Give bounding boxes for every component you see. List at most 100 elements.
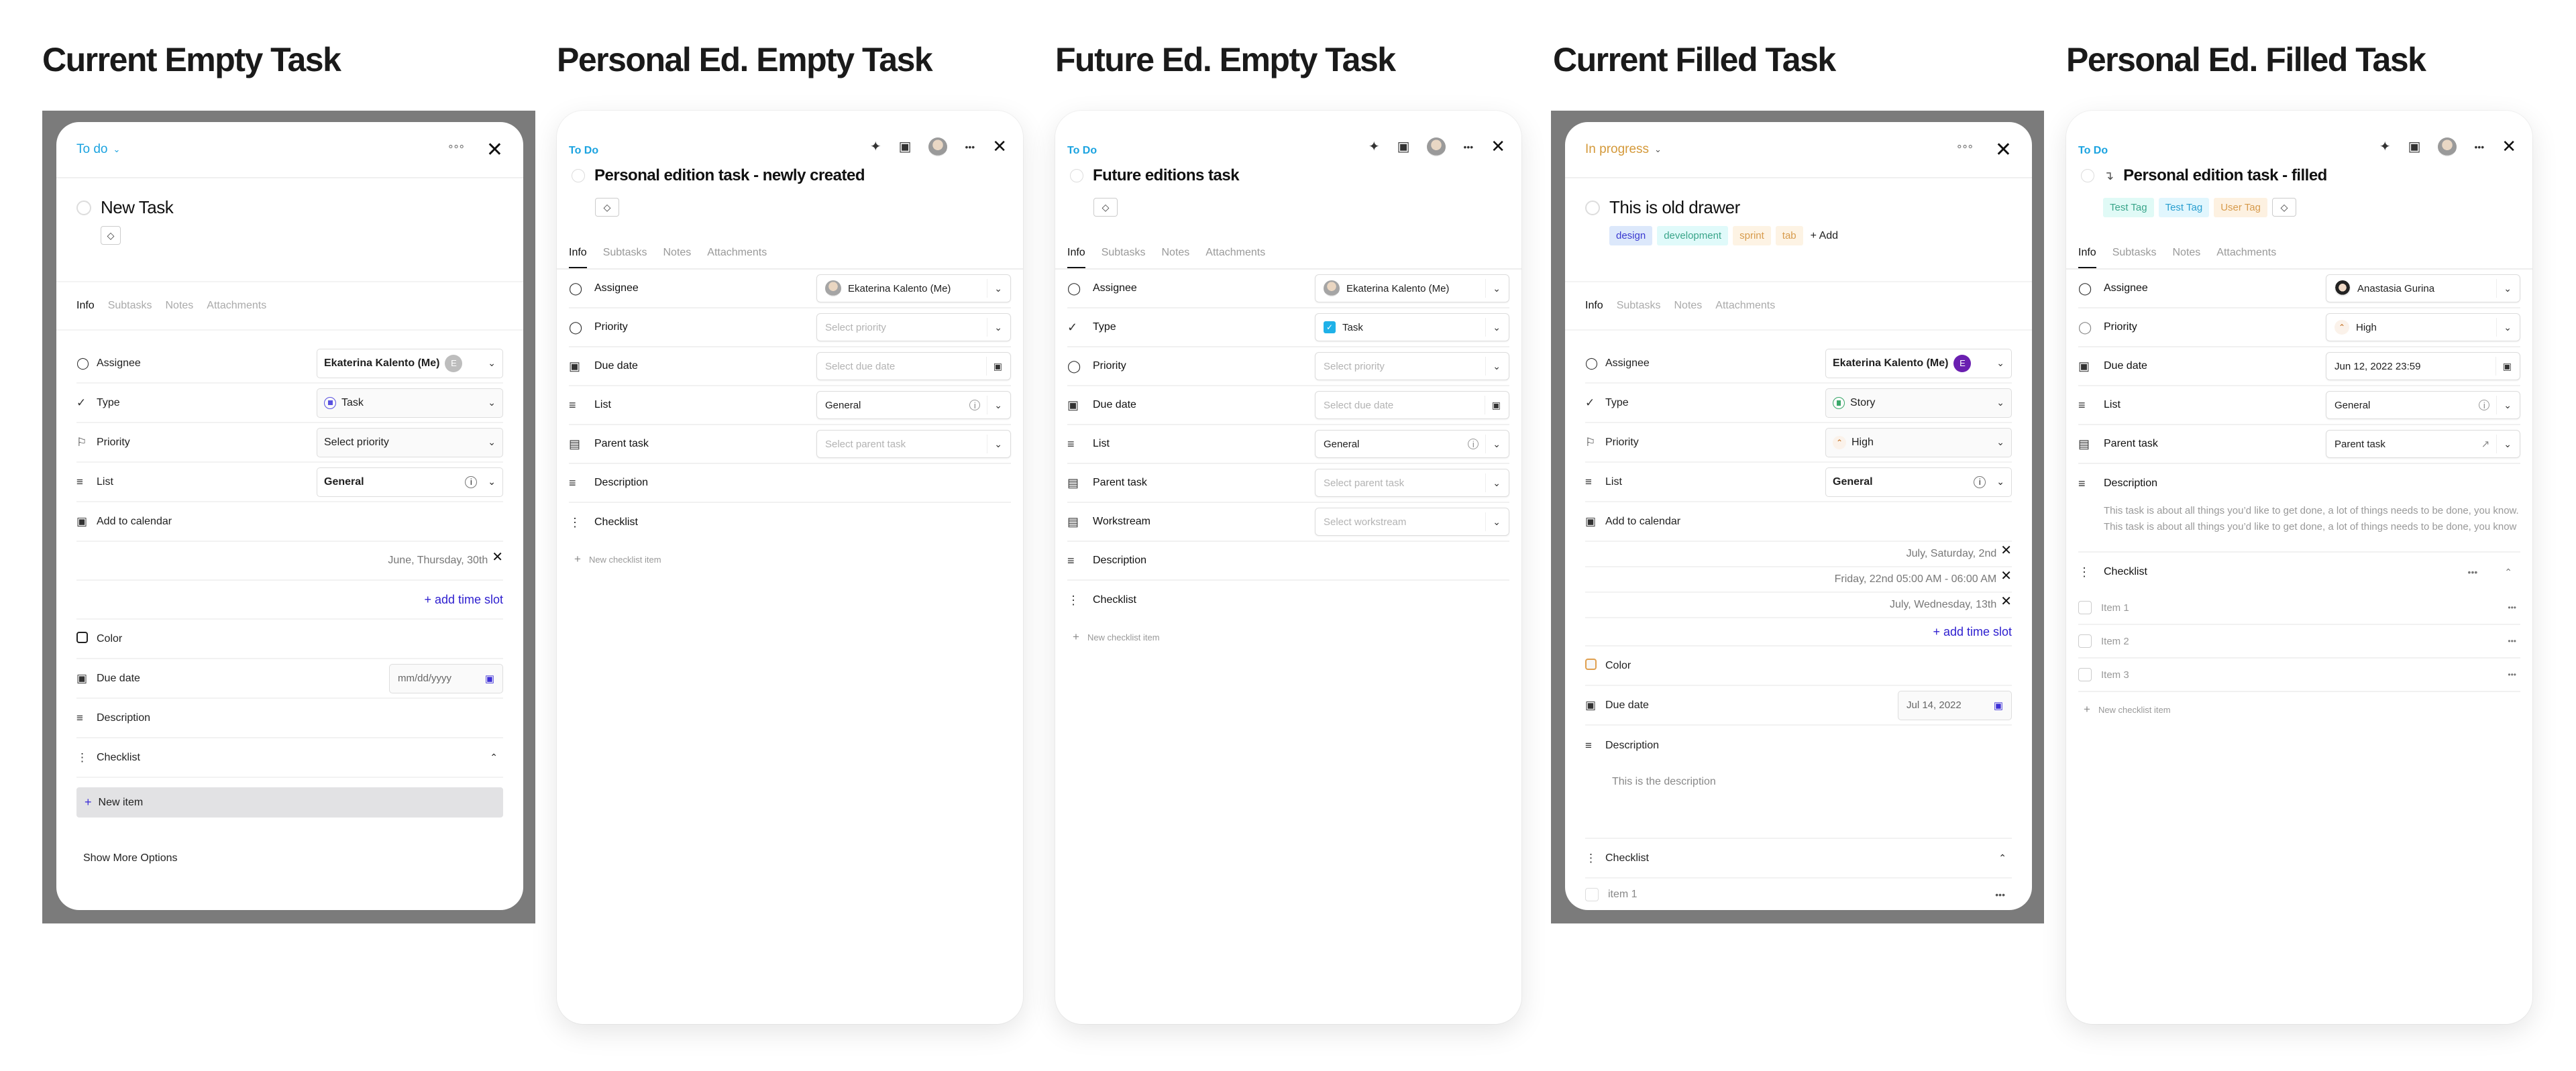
tab-attachments[interactable]: Attachments — [1205, 247, 1265, 268]
more-options-icon[interactable]: °°° — [448, 143, 465, 157]
item-more-icon[interactable]: ••• — [1995, 889, 2005, 900]
description-row[interactable]: ≡ Description — [1067, 542, 1509, 581]
tag-chip[interactable]: Test Tag — [2103, 197, 2154, 217]
tab-notes[interactable]: Notes — [1674, 300, 1703, 312]
description-row[interactable]: ≡ Description — [2078, 464, 2520, 503]
add-to-calendar-row[interactable]: ▣ Add to calendar — [1585, 502, 2012, 542]
calendar-picker-icon[interactable]: ▣ — [1492, 400, 1501, 411]
info-icon[interactable]: i — [969, 400, 981, 410]
close-icon[interactable]: ✕ — [1995, 138, 2012, 162]
remove-date-icon[interactable]: ✕ — [2000, 567, 2012, 584]
new-checklist-item-button[interactable]: + New checklist item — [1067, 620, 1509, 644]
checklist-item-text[interactable]: Item 1 — [2101, 602, 2498, 614]
description-text[interactable]: This task is about all things you’d like… — [2078, 503, 2520, 553]
tab-attachments[interactable]: Attachments — [207, 300, 266, 312]
chevron-up-icon[interactable]: ⌃ — [490, 752, 498, 763]
tab-notes[interactable]: Notes — [663, 247, 692, 268]
add-tag-button[interactable]: ◇ — [1093, 198, 1118, 217]
info-icon[interactable]: i — [465, 475, 478, 488]
info-icon[interactable]: i — [2479, 400, 2490, 410]
description-text[interactable]: This is the description — [1585, 765, 2012, 839]
more-options-icon[interactable]: ••• — [2474, 142, 2484, 152]
new-checklist-item-button[interactable]: + New item — [76, 787, 503, 818]
assignee-select[interactable]: Anastasia Gurina ⌄ — [2326, 274, 2520, 302]
checklist-checkbox[interactable] — [1585, 888, 1599, 901]
task-title[interactable]: Personal edition task - newly created — [594, 166, 865, 185]
assignee-select[interactable]: Ekaterina Kalento (Me) E ⌄ — [317, 348, 503, 378]
item-more-icon[interactable]: ••• — [2508, 636, 2516, 646]
tab-attachments[interactable]: Attachments — [2216, 247, 2276, 268]
tag-chip[interactable]: development — [1657, 226, 1729, 245]
tab-info[interactable]: Info — [569, 247, 587, 268]
tag-chip[interactable]: tab — [1775, 226, 1803, 245]
tag-chip[interactable]: sprint — [1733, 226, 1771, 245]
tab-notes[interactable]: Notes — [2173, 247, 2201, 268]
due-date-input[interactable]: Jun 12, 2022 23:59 ▣ — [2326, 352, 2520, 380]
parent-task-select[interactable]: Select parent task ⌄ — [816, 430, 1011, 458]
tab-subtasks[interactable]: Subtasks — [2112, 247, 2157, 268]
info-icon[interactable]: i — [1974, 475, 1986, 488]
checklist-item-text[interactable]: item 1 — [1608, 889, 1986, 901]
task-title[interactable]: Personal edition task - filled — [2123, 166, 2327, 185]
color-row[interactable]: Color — [1585, 646, 2012, 686]
workstream-select[interactable]: Select workstream ⌄ — [1315, 508, 1509, 536]
task-title[interactable]: New Task — [101, 197, 174, 218]
checklist-item-text[interactable]: Item 3 — [2101, 669, 2498, 681]
complete-task-radio[interactable] — [76, 200, 91, 215]
list-select[interactable]: General i ⌄ — [317, 467, 503, 497]
add-time-slot-link[interactable]: + add time slot — [76, 581, 503, 620]
due-date-input[interactable]: Select due date ▣ — [1315, 391, 1509, 419]
complete-task-radio[interactable] — [1070, 169, 1083, 182]
complete-task-radio[interactable] — [572, 169, 585, 182]
assignee-select[interactable]: Ekaterina Kalento (Me) E ⌄ — [1825, 348, 2012, 378]
calendar-picker-icon[interactable]: ▣ — [994, 361, 1002, 372]
new-checklist-item-button[interactable]: + New checklist item — [2078, 692, 2520, 716]
owner-avatar[interactable] — [928, 137, 948, 156]
list-select[interactable]: General i ⌄ — [816, 391, 1011, 419]
calendar-picker-icon[interactable]: ▣ — [485, 673, 494, 685]
list-select[interactable]: General i ⌄ — [1825, 467, 2012, 497]
owner-avatar[interactable] — [1427, 137, 1446, 156]
info-icon[interactable]: i — [1468, 439, 1479, 449]
tab-notes[interactable]: Notes — [166, 300, 194, 312]
description-row[interactable]: ≡ Description — [76, 699, 503, 738]
type-select[interactable]: ✓ Task ⌄ — [1315, 313, 1509, 341]
priority-select[interactable]: Select priority ⌄ — [317, 427, 503, 457]
close-icon[interactable]: ✕ — [992, 136, 1007, 157]
description-row[interactable]: ≡ Description — [1585, 726, 2012, 765]
priority-select[interactable]: Select priority ⌄ — [816, 313, 1011, 341]
status-label[interactable]: To Do — [569, 145, 598, 157]
due-date-input[interactable]: Select due date ▣ — [816, 352, 1011, 380]
item-more-icon[interactable]: ••• — [2508, 670, 2516, 679]
checklist-more-icon[interactable]: ••• — [2468, 567, 2478, 577]
add-tag-button[interactable]: ◇ — [2271, 198, 2296, 217]
tab-subtasks[interactable]: Subtasks — [108, 300, 152, 312]
tab-attachments[interactable]: Attachments — [1715, 300, 1775, 312]
list-select[interactable]: General i ⌄ — [2326, 391, 2520, 419]
calendar-clock-icon[interactable]: ▣ — [899, 138, 912, 155]
tab-subtasks[interactable]: Subtasks — [1617, 300, 1661, 312]
description-row[interactable]: ≡ Description — [569, 464, 1011, 503]
remove-date-icon[interactable]: ✕ — [2000, 593, 2012, 610]
parent-task-select[interactable]: Parent task ↗ ⌄ — [2326, 430, 2520, 458]
chevron-up-icon[interactable]: ⌃ — [2504, 567, 2512, 578]
type-select[interactable]: Task ⌄ — [317, 388, 503, 418]
calendar-clock-icon[interactable]: ▣ — [1397, 138, 1410, 155]
type-select[interactable]: Story ⌄ — [1825, 388, 2012, 418]
checklist-checkbox[interactable] — [2078, 668, 2092, 681]
tab-notes[interactable]: Notes — [1162, 247, 1190, 268]
show-more-options-button[interactable]: Show More Options — [83, 852, 503, 864]
status-dropdown[interactable]: In progress ⌄ — [1585, 142, 1662, 157]
pin-icon[interactable]: ✦ — [2379, 138, 2391, 155]
more-options-icon[interactable]: °°° — [1957, 143, 1974, 157]
color-row[interactable]: Color — [76, 620, 503, 659]
tab-info[interactable]: Info — [2078, 247, 2096, 268]
tab-attachments[interactable]: Attachments — [707, 247, 767, 268]
complete-task-radio[interactable] — [1585, 200, 1600, 215]
tag-chip[interactable]: design — [1609, 226, 1653, 245]
more-options-icon[interactable]: ••• — [965, 142, 975, 152]
tab-info[interactable]: Info — [76, 300, 95, 312]
priority-select[interactable]: ⌃ High ⌄ — [2326, 313, 2520, 341]
checklist-item-text[interactable]: Item 2 — [2101, 636, 2498, 647]
add-tag-button[interactable]: ◇ — [101, 226, 121, 245]
